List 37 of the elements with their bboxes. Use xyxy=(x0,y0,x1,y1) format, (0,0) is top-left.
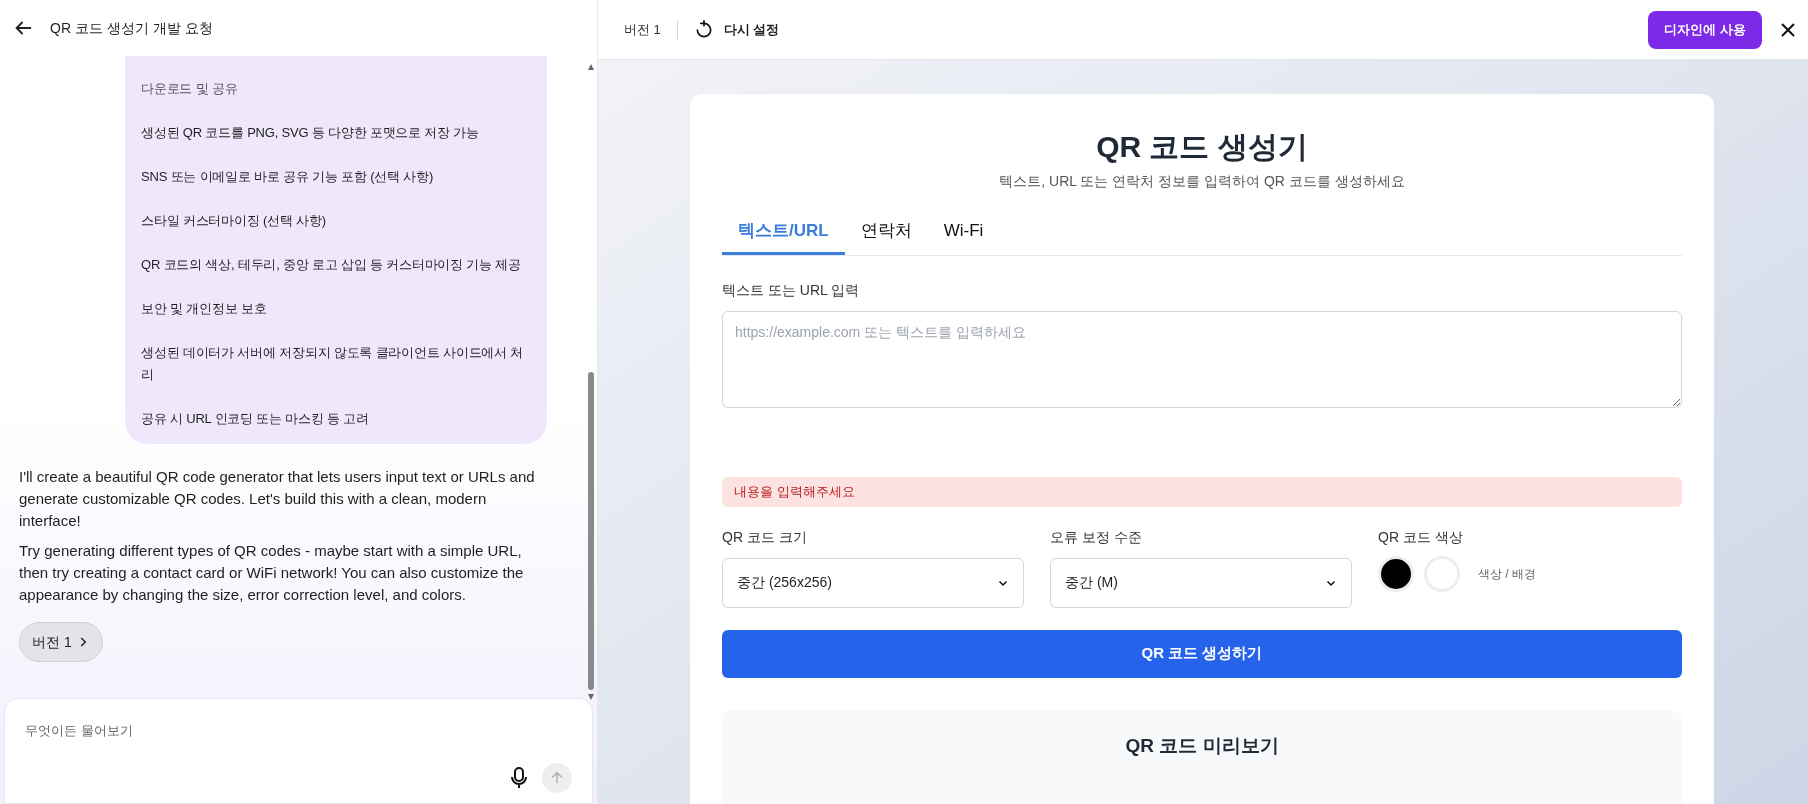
generate-button[interactable]: QR 코드 생성하기 xyxy=(722,629,1682,678)
request-text: SNS 또는 이메일로 바로 공유 기능 포함 (선택 사항) xyxy=(141,168,435,186)
color-hint: 색상 / 배경 xyxy=(1478,565,1536,583)
request-text: 스타일 커스터마이징 (선택 사항) xyxy=(141,212,327,230)
microphone-icon[interactable] xyxy=(510,767,528,789)
text-input[interactable]: https://example.com 또는 텍스트를 입력하세요 xyxy=(722,310,1682,408)
scrollbar[interactable] xyxy=(587,62,595,702)
reply-paragraph: Try generating different types of QR codes - maybe start with a simple URL, then try creating a contact card or WiFi network! You can also customize the appearance by changing the size, error correction level, and colors. xyxy=(19,541,525,605)
field-label: 오류 보정 수준 xyxy=(1050,527,1143,547)
request-text: 생성된 QR 코드를 PNG, SVG 등 다양한 포맷으로 저장 가능 xyxy=(141,124,481,142)
use-in-design-button[interactable]: 디자인에 사용 xyxy=(1648,10,1762,49)
color-swatch[interactable] xyxy=(1378,555,1414,592)
version-label: 버전 1 xyxy=(624,20,661,39)
request-text: 공유 시 URL 인코딩 또는 마스킹 등 고려 xyxy=(141,410,370,428)
request-text: QR 코드의 색상, 테두리, 중앙 로고 삽입 등 커스터마이징 기능 제공 xyxy=(141,256,523,274)
input-field[interactable]: 무엇이든 물어보기 xyxy=(25,721,572,741)
request-text: 다운로드 및 공유 xyxy=(141,80,239,98)
preview-title: QR 코드 미리보기 xyxy=(1125,733,1279,758)
dropdown[interactable]: 중간 (M) xyxy=(1050,557,1352,608)
close-icon[interactable] xyxy=(1780,21,1796,38)
version-chip[interactable]: 버전 1 xyxy=(19,622,103,662)
app-title: QR 코드 생성기 xyxy=(1095,129,1309,165)
tab[interactable]: 텍스트/URL xyxy=(722,218,845,255)
error-alert: 내용을 입력해주세요 xyxy=(722,476,1682,507)
reply-paragraph: I'll create a beautiful QR code generator that lets users input text or URLs and generate customizable QR codes. Let's build this with a clean, modern interface! xyxy=(19,467,536,531)
arrow-up-icon xyxy=(549,770,565,786)
app-subtitle: 텍스트, URL 또는 연락처 정보를 입력하여 QR 코드를 생성하세요 xyxy=(998,172,1406,191)
request-text: 보안 및 개인정보 보호 xyxy=(141,300,268,318)
dropdown[interactable]: 중간 (256x256) xyxy=(722,557,1024,608)
field-label: QR 코드 색상 xyxy=(1378,527,1464,547)
chat-title: QR 코드 생성기 개발 요청 xyxy=(50,18,213,38)
tab[interactable]: 연락처 xyxy=(844,218,928,255)
reset-button[interactable]: 다시 설정 xyxy=(693,19,780,40)
request-text: 생성된 데이터가 서버에 저장되지 않도록 클라이언트 사이드에서 처리 xyxy=(141,344,525,384)
field-label: QR 코드 크기 xyxy=(722,527,808,547)
field-label: 텍스트 또는 URL 입력 xyxy=(722,280,861,300)
tab[interactable]: Wi-Fi xyxy=(927,218,1000,255)
